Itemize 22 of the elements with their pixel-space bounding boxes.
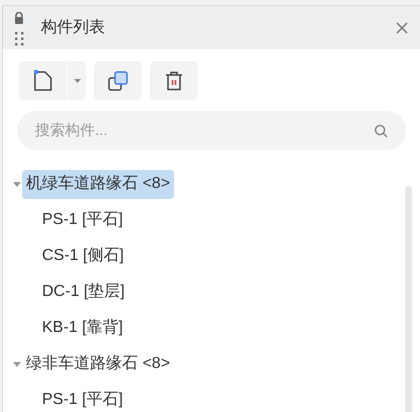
- expanded-caret-icon[interactable]: [13, 360, 21, 368]
- tree-group-item[interactable]: 绿非车道路缘石 <8>: [22, 350, 174, 378]
- tree-item[interactable]: PS-1 [平石]: [39, 386, 126, 412]
- copy-button[interactable]: [94, 61, 142, 100]
- lock-icon: [13, 12, 25, 24]
- search-field[interactable]: 搜索构件...: [17, 111, 406, 150]
- search-icon: [374, 124, 388, 138]
- delete-button[interactable]: [150, 61, 198, 100]
- tree-item[interactable]: PS-1 [平石]: [39, 206, 126, 234]
- new-file-icon: [31, 68, 55, 92]
- tree-group-item[interactable]: 机绿车道路缘石 <8>: [22, 170, 174, 198]
- expanded-caret-icon[interactable]: [13, 180, 21, 188]
- trash-icon: [163, 70, 185, 92]
- close-icon[interactable]: [396, 22, 408, 34]
- tree-item[interactable]: KB-1 [靠背]: [39, 314, 126, 342]
- tree-item[interactable]: CS-1 [侧石]: [39, 242, 127, 270]
- new-button[interactable]: [19, 61, 67, 100]
- drag-handle-icon[interactable]: [15, 32, 24, 46]
- panel-title: 构件列表: [41, 18, 105, 38]
- copy-icon: [106, 68, 130, 92]
- caret-icon: [74, 78, 80, 82]
- tree-item[interactable]: DC-1 [垫层]: [39, 278, 128, 306]
